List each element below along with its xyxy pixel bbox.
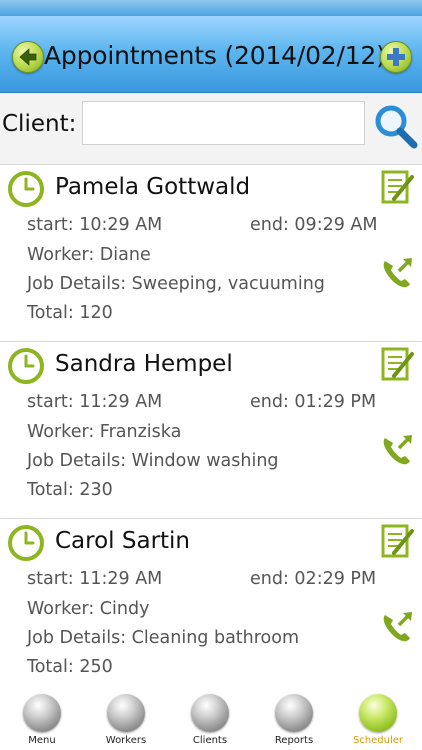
- nav-label: Menu: [28, 735, 56, 746]
- nav-item-reports[interactable]: Reports: [252, 690, 336, 750]
- job-details: Job Details: Sweeping, vacuuming: [27, 274, 325, 294]
- phone-icon[interactable]: [379, 433, 415, 469]
- total: Total: 250: [27, 657, 113, 677]
- search-icon[interactable]: [372, 103, 418, 149]
- edit-icon[interactable]: [380, 169, 414, 207]
- start-time: start: 11:29 AM: [27, 569, 163, 589]
- nav-label: Workers: [105, 735, 147, 746]
- add-appointment-button[interactable]: [380, 41, 412, 73]
- nav-label: Scheduler: [352, 735, 404, 746]
- back-button[interactable]: [12, 41, 44, 73]
- nav-item-clients[interactable]: Clients: [168, 690, 252, 750]
- edit-icon[interactable]: [380, 523, 414, 561]
- appointment-card[interactable]: Carol Sartin start: 11:29 AM end: 02:29 …: [0, 519, 422, 689]
- total: Total: 120: [27, 303, 113, 323]
- job-details: Job Details: Cleaning bathroom: [27, 628, 300, 648]
- worker: Worker: Diane: [27, 245, 151, 265]
- client-label: Client:: [2, 111, 77, 137]
- clock-icon: [8, 348, 44, 384]
- plus-icon: [387, 48, 405, 66]
- end-time: end: 01:29 PM: [250, 392, 377, 412]
- appointment-card[interactable]: Pamela Gottwald start: 10:29 AM end: 09:…: [0, 165, 422, 342]
- client-search-bar: Client:: [0, 93, 422, 165]
- total: Total: 230: [27, 480, 113, 500]
- job-details: Job Details: Window washing: [27, 451, 279, 471]
- bottom-navigation: Menu Workers Clients Reports Scheduler: [0, 690, 422, 750]
- phone-icon[interactable]: [379, 256, 415, 292]
- reports-icon: [275, 694, 313, 732]
- page-title: Appointments (2014/02/12): [44, 41, 386, 70]
- end-time: end: 02:29 PM: [250, 569, 377, 589]
- clients-icon: [191, 694, 229, 732]
- phone-icon[interactable]: [379, 610, 415, 646]
- end-time: end: 09:29 AM: [250, 215, 378, 235]
- nav-item-scheduler[interactable]: Scheduler: [336, 690, 420, 750]
- left-arrow-icon: [19, 48, 37, 66]
- clock-icon: [8, 171, 44, 207]
- edit-icon[interactable]: [380, 346, 414, 384]
- clock-icon: [8, 525, 44, 561]
- client-search-input[interactable]: [82, 101, 365, 145]
- client-name: Sandra Hempel: [55, 351, 233, 377]
- worker: Worker: Cindy: [27, 599, 150, 619]
- scheduler-icon: [359, 694, 397, 732]
- client-name: Pamela Gottwald: [55, 174, 251, 200]
- nav-label: Clients: [192, 735, 228, 746]
- app-header: Appointments (2014/02/12): [0, 16, 422, 93]
- start-time: start: 10:29 AM: [27, 215, 163, 235]
- workers-icon: [107, 694, 145, 732]
- start-time: start: 11:29 AM: [27, 392, 163, 412]
- nav-label: Reports: [274, 735, 314, 746]
- worker: Worker: Franziska: [27, 422, 182, 442]
- status-strip: [0, 0, 422, 16]
- nav-item-workers[interactable]: Workers: [84, 690, 168, 750]
- appointment-card[interactable]: Sandra Hempel start: 11:29 AM end: 01:29…: [0, 342, 422, 519]
- menu-icon: [23, 694, 61, 732]
- nav-item-menu[interactable]: Menu: [0, 690, 84, 750]
- client-name: Carol Sartin: [55, 528, 191, 554]
